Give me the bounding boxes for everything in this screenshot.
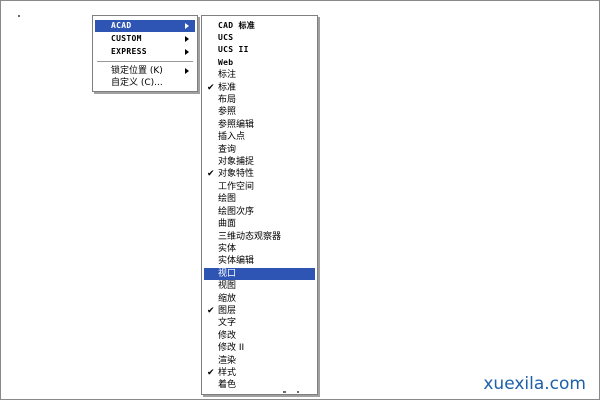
toolbar-item-label: 参照 [218,107,237,117]
toolbar-item-object-snap[interactable]: 对象捕捉 [204,156,315,168]
toolbar-item-label: 插入点 [218,132,246,142]
toolbar-item-label: 绘图 [218,194,237,204]
toolbar-item-insert[interactable]: 插入点 [204,131,315,143]
toolbar-item-label: 标准 [218,83,237,93]
background-artifact [297,391,299,393]
toolbar-item-label: 对象特性 [218,169,255,179]
toolbar-item-zoom[interactable]: 缩放 [204,293,315,305]
toolbar-item-label: 布局 [218,95,237,105]
checkmark-icon: ✔ [207,83,215,93]
acad-toolbars-submenu: CAD 标准 UCS UCS II Web 标注 ✔ 标准 布局 参照 参照编辑… [201,15,318,395]
toolbar-item-standard[interactable]: ✔ 标准 [204,82,315,94]
menu-separator [97,61,193,63]
toolbar-item-label: 文字 [218,318,237,328]
toolbar-item-cad-standards[interactable]: CAD 标准 [204,20,315,32]
toolbar-item-label: 标注 [218,70,237,80]
toolbar-item-draw-order[interactable]: 绘图次序 [204,206,315,218]
toolbar-item-text[interactable]: 文字 [204,317,315,329]
menu-item-label: 锁定位置 (K) [111,66,163,76]
toolbar-item-view[interactable]: 视图 [204,280,315,292]
toolbar-item-label: 修改 [218,331,237,341]
menu-item-acad[interactable]: ACAD [95,20,195,32]
toolbar-item-dimension[interactable]: 标注 [204,69,315,81]
toolbar-item-modify-ii[interactable]: 修改 II [204,342,315,354]
submenu-arrow-icon [185,68,189,74]
toolbar-item-label: 查询 [218,145,237,155]
submenu-arrow-icon [185,36,189,42]
toolbar-item-label: 视图 [218,281,237,291]
toolbar-item-label: 样式 [218,368,237,378]
toolbar-item-ucs[interactable]: UCS [204,32,315,44]
checkmark-icon: ✔ [207,368,215,378]
toolbar-item-viewports[interactable]: 视口 [204,268,315,280]
menu-item-custom[interactable]: CUSTOM [95,33,195,45]
toolbar-item-workspaces[interactable]: 工作空间 [204,181,315,193]
menu-item-express[interactable]: EXPRESS [95,46,195,58]
toolbar-item-layouts[interactable]: 布局 [204,94,315,106]
toolbar-item-render[interactable]: 渲染 [204,355,315,367]
toolbar-item-label: 着色 [218,380,237,390]
toolbar-item-label: UCS [218,33,234,42]
menu-item-customize[interactable]: 自定义 (C)... [95,77,195,89]
toolbar-item-solids-editing[interactable]: 实体编辑 [204,255,315,267]
toolbar-item-refedit[interactable]: 参照编辑 [204,119,315,131]
toolbar-item-label: 曲面 [218,219,237,229]
toolbar-item-label: 对象捕捉 [218,157,255,167]
background-artifact [18,15,20,17]
submenu-arrow-icon [185,23,189,29]
watermark-text: xuexila.com [483,374,586,394]
toolbar-item-web[interactable]: Web [204,57,315,69]
toolbar-item-label: 渲染 [218,356,237,366]
menu-item-label: 自定义 (C)... [111,78,163,88]
checkmark-icon: ✔ [207,169,215,179]
toolbar-item-label: 视口 [218,269,237,279]
toolbar-context-menu: ACAD CUSTOM EXPRESS 锁定位置 (K) 自定义 (C)... [92,15,198,92]
toolbar-item-label: 修改 II [218,343,245,353]
toolbar-item-label: 缩放 [218,294,237,304]
toolbar-item-label: Web [218,58,234,67]
menu-item-label: ACAD [111,21,132,30]
toolbar-item-label: CAD 标准 [218,21,256,30]
toolbar-item-3d-orbit[interactable]: 三维动态观察器 [204,231,315,243]
toolbar-item-label: 图层 [218,306,237,316]
toolbar-item-solids[interactable]: 实体 [204,243,315,255]
toolbar-item-layers[interactable]: ✔ 图层 [204,305,315,317]
toolbar-item-surfaces[interactable]: 曲面 [204,218,315,230]
toolbar-item-shade[interactable]: 着色 [204,379,315,391]
toolbar-item-label: UCS II [218,45,249,54]
toolbar-item-draw[interactable]: 绘图 [204,193,315,205]
menu-item-label: CUSTOM [111,34,142,43]
toolbar-item-label: 绘图次序 [218,207,255,217]
toolbar-item-label: 实体编辑 [218,256,255,266]
menu-item-lock-location[interactable]: 锁定位置 (K) [95,65,195,77]
background-artifact [283,391,286,393]
toolbar-item-properties[interactable]: ✔ 对象特性 [204,168,315,180]
checkmark-icon: ✔ [207,306,215,316]
toolbar-item-reference[interactable]: 参照 [204,106,315,118]
toolbar-item-modify[interactable]: 修改 [204,330,315,342]
toolbar-item-inquiry[interactable]: 查询 [204,144,315,156]
submenu-arrow-icon [185,49,189,55]
toolbar-item-label: 实体 [218,244,237,254]
toolbar-item-styles[interactable]: ✔ 样式 [204,367,315,379]
toolbar-item-ucs-ii[interactable]: UCS II [204,44,315,56]
toolbar-item-label: 三维动态观察器 [218,232,282,242]
toolbar-item-label: 参照编辑 [218,120,255,130]
menu-item-label: EXPRESS [111,47,147,56]
toolbar-item-label: 工作空间 [218,182,255,192]
